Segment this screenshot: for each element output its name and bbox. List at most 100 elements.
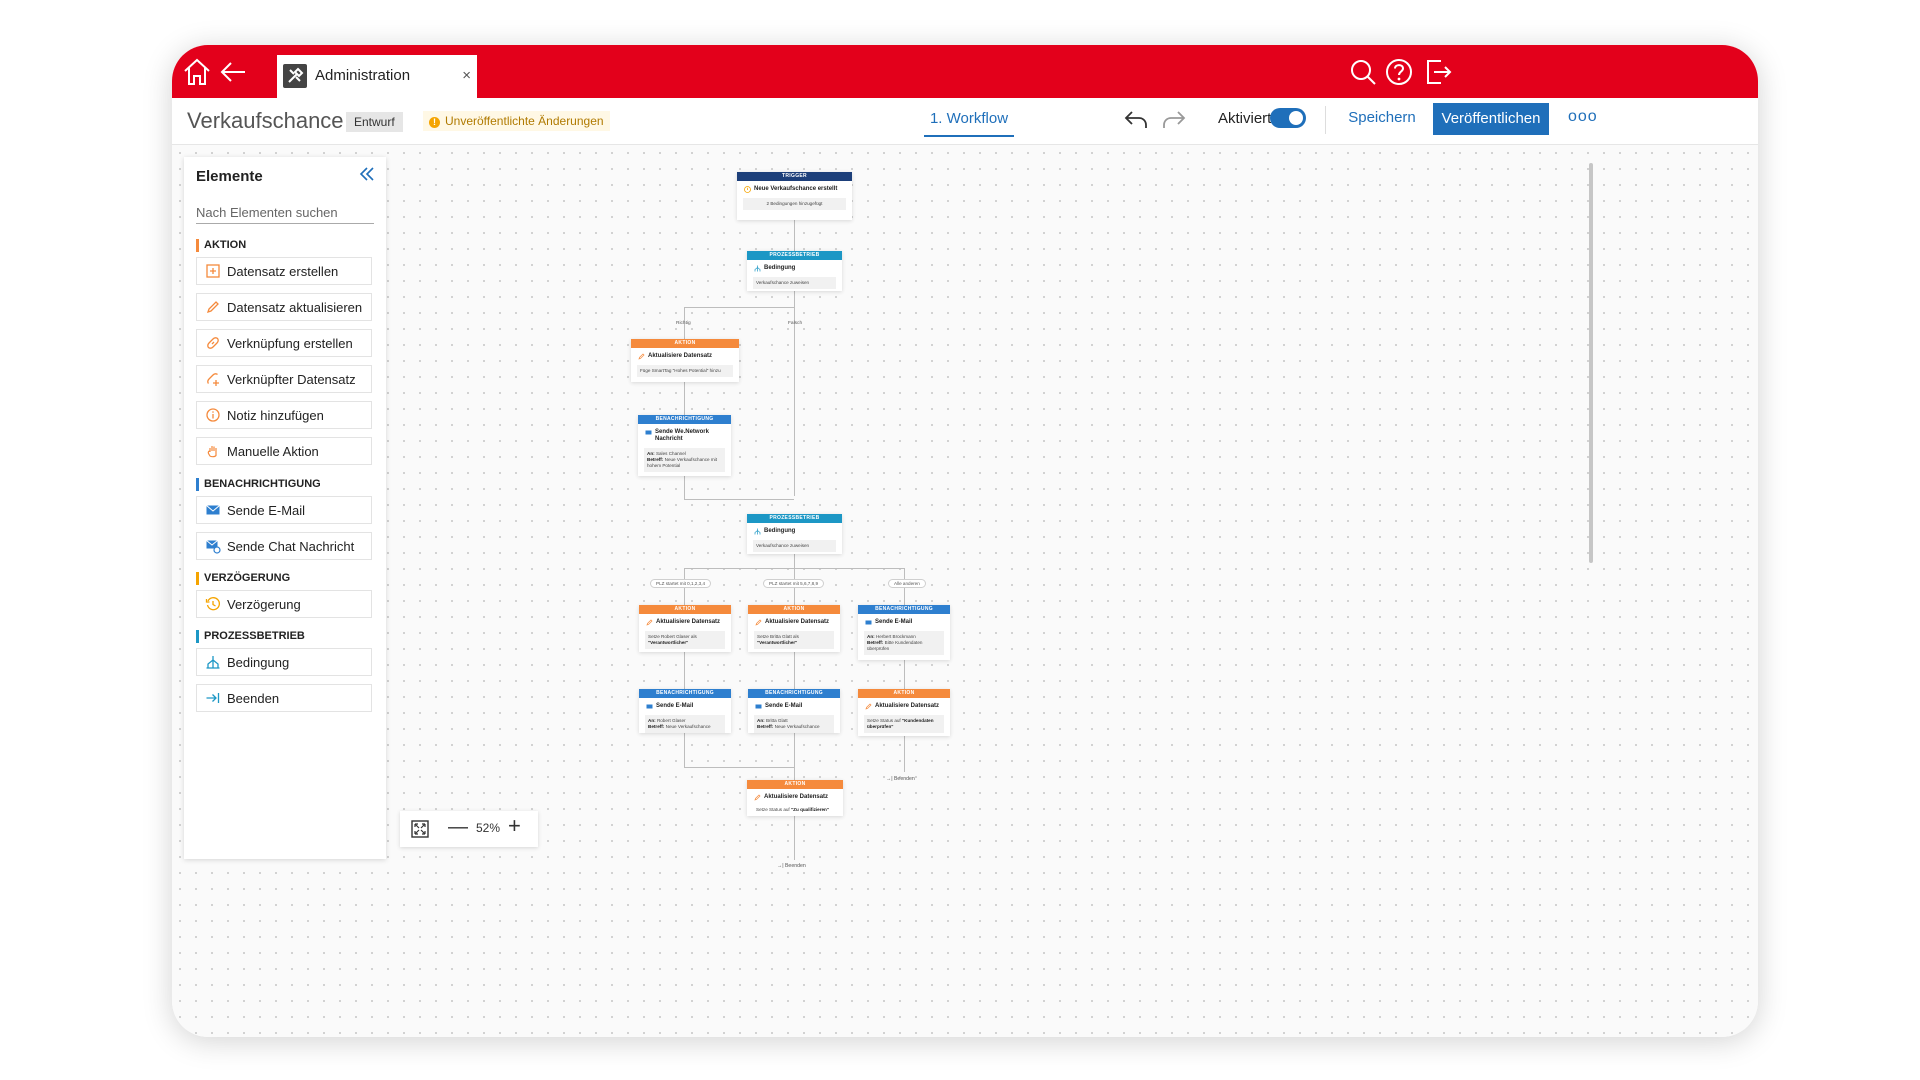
node-desc: Setze Status auf "Kundendaten überprüfen… bbox=[864, 715, 944, 733]
hand-icon bbox=[205, 443, 221, 459]
element-datensatz-erstellen[interactable]: Datensatz erstellen bbox=[196, 257, 372, 285]
workflow-canvas[interactable]: Elemente AKTION Datensatz erstellen Date… bbox=[172, 145, 1758, 1037]
node-header: AKTION bbox=[748, 605, 840, 614]
element-search-input[interactable] bbox=[196, 201, 374, 224]
element-label: Verzögerung bbox=[227, 597, 301, 612]
search-icon[interactable] bbox=[1346, 55, 1380, 89]
mail-icon bbox=[865, 619, 872, 626]
node-notification[interactable]: BENACHRICHTIGUNG Sende E-Mail An: Britta… bbox=[748, 689, 840, 733]
activated-toggle[interactable] bbox=[1270, 108, 1306, 128]
section-aktion: AKTION bbox=[196, 239, 246, 252]
unpublished-text: Unveröffentlichte Änderungen bbox=[445, 114, 604, 128]
element-verknuepfter-datensatz[interactable]: Verknüpfter Datensatz bbox=[196, 365, 372, 393]
node-action[interactable]: AKTION Aktualisiere Datensatz Setze Stat… bbox=[858, 689, 950, 736]
connector bbox=[684, 499, 794, 500]
element-bedingung[interactable]: Bedingung bbox=[196, 648, 372, 676]
node-action[interactable]: AKTION Aktualisiere Datensatz Setze Stat… bbox=[747, 780, 843, 816]
element-verknuepfung-erstellen[interactable]: Verknüpfung erstellen bbox=[196, 329, 372, 357]
node-trigger[interactable]: TRIGGER Neue Verkaufschance erstellt 2 B… bbox=[737, 172, 852, 220]
lightning-icon bbox=[744, 186, 751, 193]
node-action[interactable]: AKTION Aktualisiere Datensatz Setze Robe… bbox=[639, 605, 731, 652]
node-action[interactable]: AKTION Aktualisiere Datensatz Setze Brit… bbox=[748, 605, 840, 652]
node-title: Neue Verkaufschance erstellt bbox=[737, 181, 852, 195]
back-arrow-icon[interactable] bbox=[216, 55, 250, 89]
node-header: BENACHRICHTIGUNG bbox=[638, 415, 731, 424]
node-title: Sende E-Mail bbox=[748, 698, 840, 712]
node-title: Sende E-Mail bbox=[639, 698, 731, 712]
branch-icon bbox=[754, 265, 761, 272]
element-label: Verknüpfung erstellen bbox=[227, 336, 353, 351]
tab-label: Administration bbox=[315, 67, 411, 84]
collapse-double-chevron-icon[interactable] bbox=[356, 163, 378, 185]
fit-to-screen-icon[interactable] bbox=[410, 819, 430, 839]
undo-icon[interactable] bbox=[1122, 106, 1150, 134]
save-button[interactable]: Speichern bbox=[1340, 109, 1424, 126]
top-bar: Administration × bbox=[172, 45, 1758, 98]
elements-panel: Elemente AKTION Datensatz erstellen Date… bbox=[184, 157, 386, 859]
node-header: PROZESSBETRIEB bbox=[747, 251, 842, 260]
pencil-icon bbox=[205, 299, 221, 315]
connector bbox=[684, 767, 794, 768]
element-label: Datensatz erstellen bbox=[227, 264, 339, 279]
section-prozessbetrieb: PROZESSBETRIEB bbox=[196, 630, 305, 643]
status-badge: Entwurf bbox=[346, 112, 403, 132]
more-options-icon[interactable]: ooo bbox=[1568, 108, 1598, 126]
node-title: Sende We.Network Nachricht bbox=[638, 424, 731, 445]
node-header: PROZESSBETRIEB bbox=[747, 514, 842, 523]
node-condition[interactable]: PROZESSBETRIEB Bedingung Verkaufschance … bbox=[747, 514, 842, 554]
pencil-icon bbox=[638, 353, 645, 360]
node-notification[interactable]: BENACHRICHTIGUNG Sende E-Mail An: Robert… bbox=[639, 689, 731, 733]
canvas-scrollbar[interactable] bbox=[1589, 163, 1593, 563]
node-title: Bedingung bbox=[747, 523, 842, 537]
node-desc: Setze Status auf "Zu qualifizieren" bbox=[753, 804, 837, 816]
connector bbox=[794, 278, 795, 496]
connector bbox=[684, 475, 685, 499]
node-desc: Verkaufschance zuweisen bbox=[753, 540, 836, 552]
branch-icon bbox=[754, 528, 761, 535]
element-beenden[interactable]: Beenden bbox=[196, 684, 372, 712]
zoom-in-button[interactable]: + bbox=[508, 813, 521, 839]
panel-title: Elemente bbox=[196, 168, 263, 185]
node-action[interactable]: AKTION Aktualisiere Datensatz Füge Smart… bbox=[631, 339, 739, 382]
edge-label-false: Falsch bbox=[788, 321, 803, 326]
node-desc: An: Herbert Brockmann Betreff: Bitte Kund… bbox=[864, 631, 944, 655]
node-desc: Setze Britta Glatt als "Verantwortlicher" bbox=[754, 631, 834, 649]
node-notification[interactable]: BENACHRICHTIGUNG Sende We.Network Nachri… bbox=[638, 415, 731, 476]
pencil-icon bbox=[755, 619, 762, 626]
node-desc: An: Britta Glatt Betreff: Neue Verkaufsch… bbox=[754, 715, 834, 733]
zoom-level: 52% bbox=[476, 821, 501, 835]
tab-workflow[interactable]: 1. Workflow bbox=[924, 110, 1014, 137]
node-title: Aktualisiere Datensatz bbox=[858, 698, 950, 712]
element-sende-email[interactable]: Sende E-Mail bbox=[196, 496, 372, 524]
zoom-out-button[interactable]: — bbox=[448, 816, 468, 839]
node-header: AKTION bbox=[631, 339, 739, 348]
help-icon[interactable] bbox=[1382, 55, 1416, 89]
node-desc: Füge SmartTag "Hohes Potential" hinzu bbox=[637, 365, 733, 377]
clock-icon bbox=[205, 596, 221, 612]
connector bbox=[794, 652, 795, 689]
node-condition[interactable]: PROZESSBETRIEB Bedingung Verkaufschance … bbox=[747, 251, 842, 291]
element-sende-chat-nachricht[interactable]: Sende Chat Nachricht bbox=[196, 532, 372, 560]
element-datensatz-aktualisieren[interactable]: Datensatz aktualisieren bbox=[196, 293, 372, 321]
page-title: Verkaufschance bbox=[187, 108, 344, 133]
element-manuelle-aktion[interactable]: Manuelle Aktion bbox=[196, 437, 372, 465]
tab-close-icon[interactable]: × bbox=[462, 67, 471, 84]
element-notiz-hinzufuegen[interactable]: Notiz hinzufügen bbox=[196, 401, 372, 429]
add-record-icon bbox=[205, 263, 221, 279]
node-notification[interactable]: BENACHRICHTIGUNG Sende E-Mail An: Herber… bbox=[858, 605, 950, 660]
element-verzoegerung[interactable]: Verzögerung bbox=[196, 590, 372, 618]
node-title: Aktualisiere Datensatz bbox=[639, 614, 731, 628]
node-title: Aktualisiere Datensatz bbox=[747, 789, 843, 803]
app-window: Administration × Verkaufschance Entwurf … bbox=[172, 45, 1758, 1037]
redo-icon[interactable] bbox=[1160, 106, 1188, 134]
toggle-knob bbox=[1289, 111, 1303, 125]
element-label: Sende E-Mail bbox=[227, 503, 306, 518]
node-header: AKTION bbox=[639, 605, 731, 614]
new-tab-plus-icon[interactable] bbox=[420, 55, 454, 89]
node-title: Bedingung bbox=[747, 260, 842, 274]
home-icon[interactable] bbox=[180, 55, 214, 89]
logout-icon[interactable] bbox=[1420, 55, 1454, 89]
pencil-icon bbox=[646, 619, 653, 626]
publish-button[interactable]: Veröffentlichen bbox=[1433, 103, 1549, 135]
element-label: Bedingung bbox=[227, 655, 290, 670]
